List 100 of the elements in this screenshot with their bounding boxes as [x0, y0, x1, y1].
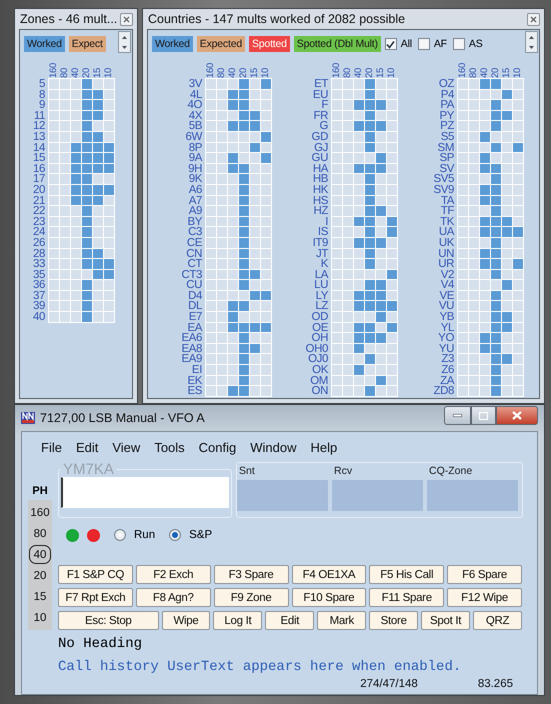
row-label: LA	[314, 270, 328, 280]
exchange-field[interactable]	[427, 480, 518, 511]
function-key-button[interactable]: F3 Spare	[214, 565, 288, 584]
exchange-field[interactable]	[332, 480, 423, 511]
checkbox[interactable]	[452, 38, 465, 50]
row-label: TK	[440, 216, 454, 228]
band-button[interactable]: 10	[29, 608, 51, 627]
row-label: A6	[188, 184, 202, 196]
row-label: E7	[188, 312, 202, 323]
action-button[interactable]: Store	[369, 611, 418, 630]
minimize-icon	[453, 414, 462, 417]
maximize-button[interactable]	[471, 406, 496, 425]
row-label: SV9	[433, 184, 454, 196]
row-label: C3	[188, 227, 202, 238]
row-label: IS	[318, 227, 328, 238]
function-key-button[interactable]: F8 Agn?	[136, 588, 211, 607]
radio-label: S&P	[189, 529, 212, 541]
function-key-button[interactable]: F7 Rpt Exch	[58, 588, 133, 607]
action-button[interactable]: Spot It	[421, 611, 470, 630]
row-label: FR	[313, 110, 328, 122]
function-key-button[interactable]: F2 Exch	[136, 565, 211, 584]
function-key-button[interactable]: F12 Wipe	[447, 588, 522, 607]
action-button[interactable]: Log It	[213, 611, 262, 630]
close-button[interactable]	[527, 12, 540, 26]
minimize-button[interactable]	[444, 406, 471, 425]
menu-item[interactable]: Tools	[147, 438, 192, 456]
menu-item[interactable]: View	[105, 438, 148, 456]
row-label: F	[321, 100, 328, 111]
row-label: 3V	[188, 79, 202, 90]
function-key-button[interactable]: F9 Zone	[214, 588, 288, 607]
action-button[interactable]: Esc: Stop	[58, 611, 159, 630]
row-label: G	[319, 121, 328, 132]
row-label: OJ0	[308, 354, 328, 366]
call-sign-input[interactable]	[61, 477, 229, 508]
function-key-button[interactable]: F11 Spare	[369, 588, 444, 607]
menu-item[interactable]: Edit	[68, 438, 106, 456]
close-button[interactable]	[120, 12, 133, 26]
row-label: V2	[440, 270, 454, 280]
function-key-button[interactable]: F4 OE1XA	[292, 565, 366, 584]
menu-item[interactable]: File	[34, 438, 69, 456]
band-button[interactable]: 80	[29, 524, 51, 543]
function-key-button[interactable]: F5 His Call	[369, 565, 444, 584]
up-arrow-icon[interactable]	[122, 36, 127, 38]
up-arrow-icon[interactable]	[529, 36, 534, 38]
band-label: 80	[469, 68, 479, 78]
row-label: K	[320, 259, 328, 270]
menu-item[interactable]: Config	[192, 438, 244, 456]
band-button[interactable]: 160	[29, 503, 51, 522]
function-key-button[interactable]: F1 S&P CQ	[58, 565, 133, 584]
down-arrow-icon[interactable]	[122, 46, 127, 48]
band-button[interactable]: 40	[29, 545, 51, 564]
row-label: 14	[33, 142, 45, 154]
row-label: Z3	[441, 354, 454, 366]
row-label: 4O	[187, 100, 202, 111]
row-label: 11	[34, 110, 45, 122]
row-label: 35	[33, 270, 45, 280]
row-label: GU	[312, 153, 328, 164]
exchange-field[interactable]	[237, 480, 328, 511]
band-label: 80	[60, 68, 70, 78]
row-label: 16	[33, 164, 45, 174]
row-label: SV5	[433, 174, 454, 185]
action-button[interactable]: Wipe	[162, 611, 210, 630]
row-label: 28	[33, 248, 45, 260]
checkbox[interactable]	[418, 38, 430, 50]
action-button[interactable]: Edit	[265, 611, 314, 630]
row-label: I	[325, 216, 328, 228]
down-arrow-icon[interactable]	[529, 46, 534, 48]
spinner-control[interactable]	[118, 31, 131, 53]
band-label: 80	[217, 68, 227, 78]
radio-button[interactable]	[114, 529, 126, 541]
action-button[interactable]: QRZ	[473, 611, 522, 630]
band-button[interactable]: 15	[29, 587, 51, 606]
checkbox-label: AS	[468, 38, 483, 50]
action-button[interactable]: Mark	[317, 611, 366, 630]
menu-item[interactable]: Help	[304, 438, 344, 456]
row-label: OH0	[306, 344, 328, 354]
row-label: EK	[187, 376, 202, 386]
radio-button[interactable]	[169, 529, 182, 541]
band-label: 10	[104, 68, 114, 78]
row-label: UK	[438, 238, 454, 248]
function-key-button[interactable]: F10 Spare	[292, 588, 366, 607]
band-button[interactable]: 20	[29, 566, 51, 585]
spinner-control[interactable]	[525, 31, 538, 53]
row-label: 36	[33, 280, 45, 291]
row-label: A9	[188, 206, 202, 217]
checkbox[interactable]	[384, 38, 397, 50]
group-label: YM7KA	[62, 462, 115, 477]
row-label: Z6	[441, 365, 454, 376]
function-key-button[interactable]: F6 Spare	[447, 565, 522, 584]
row-label: A7	[188, 196, 202, 206]
row-label: 39	[33, 301, 45, 312]
close-button[interactable]	[496, 406, 538, 425]
menu-item[interactable]: Window	[243, 438, 304, 456]
row-label: D4	[188, 290, 202, 302]
field-label: CQ-Zone	[428, 464, 474, 479]
band-label: 40	[228, 68, 238, 78]
band-label: 160	[332, 63, 342, 78]
row-label: LY	[316, 290, 328, 302]
row-label: OM	[310, 376, 328, 386]
status-text: 274/47/148	[360, 678, 418, 692]
